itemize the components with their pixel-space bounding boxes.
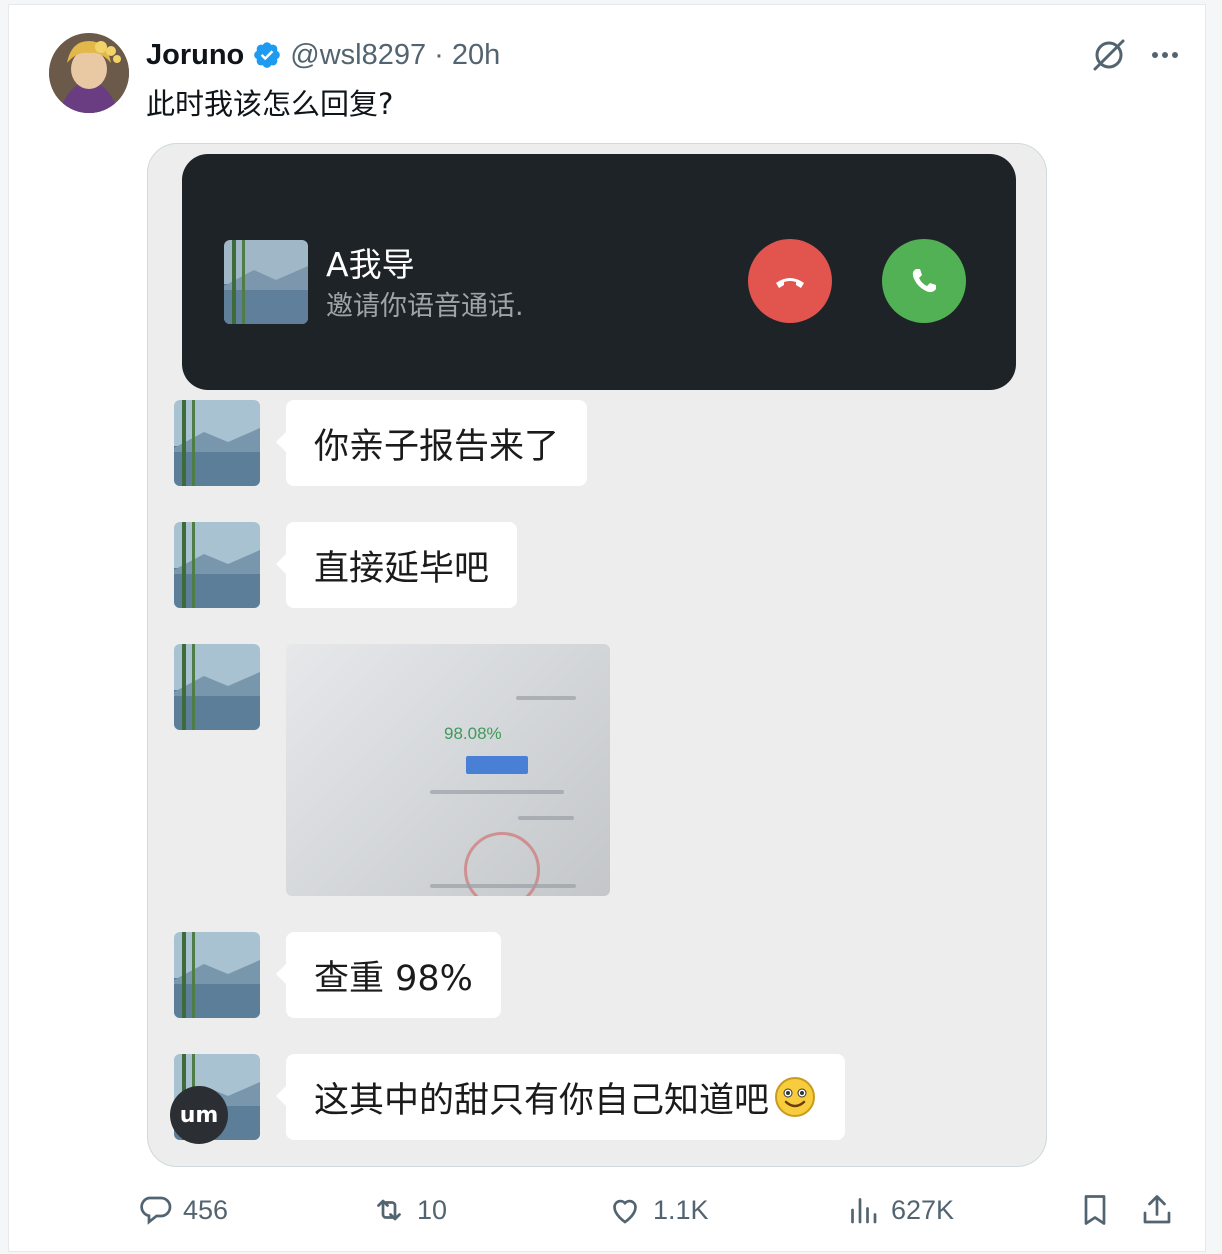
accept-call-button xyxy=(882,239,966,323)
reply-count: 456 xyxy=(183,1194,229,1225)
bookmark-icon xyxy=(1084,1195,1106,1225)
reply-icon xyxy=(140,1196,172,1225)
sender-avatar xyxy=(174,644,260,730)
blurred-button xyxy=(466,756,528,774)
bookmark-button[interactable] xyxy=(1077,1185,1113,1235)
chat-bubble: 这其中的甜只有你自己知道吧 xyxy=(275,1054,846,1140)
blurred-text-line xyxy=(430,884,576,888)
tweet-text: 此时我该怎么回复? xyxy=(146,87,394,121)
author-avatar[interactable] xyxy=(49,33,129,113)
call-subtitle: 邀请你语音通话. xyxy=(326,291,524,322)
grok-icon[interactable] xyxy=(1089,35,1129,75)
like-count: 1.1K xyxy=(653,1194,709,1225)
author-handle-time[interactable]: @wsl8297 · 20h xyxy=(290,39,500,72)
like-icon xyxy=(613,1199,637,1224)
tweet-actions: 456 10 1.1K 627K xyxy=(9,1185,1207,1235)
caller-name: A我导 xyxy=(326,245,415,284)
blurred-text-line xyxy=(518,816,574,820)
chat-bubble: 直接延毕吧 xyxy=(275,522,518,608)
author-name[interactable]: Joruno xyxy=(146,39,244,72)
blurred-text-line xyxy=(516,696,576,700)
watermark-badge: um xyxy=(170,1086,228,1144)
chat-photo: 98.08% xyxy=(286,644,610,896)
share-button[interactable] xyxy=(1139,1185,1175,1235)
hang-up-icon xyxy=(776,278,804,288)
tweet-media-image[interactable]: A我导 邀请你语音通话. 你亲子报告来了 直接延毕吧 98.08% 查重 98%… xyxy=(147,143,1047,1167)
tweet-card[interactable]: Joruno @wsl8297 · 20h 此时我该怎么回复? A我导 邀请你语… xyxy=(8,4,1206,1252)
sender-avatar xyxy=(174,400,260,486)
blurred-text-line xyxy=(430,790,564,794)
caller-avatar xyxy=(224,240,308,324)
verified-badge-icon xyxy=(252,40,282,70)
similarity-percentage: 98.08% xyxy=(444,724,502,743)
views-icon xyxy=(851,1198,877,1224)
voice-call-banner: A我导 邀请你语音通话. xyxy=(182,154,1016,390)
smile-emoji-icon xyxy=(773,1075,817,1119)
more-options-icon[interactable] xyxy=(1145,35,1185,75)
sender-avatar xyxy=(174,932,260,1018)
chat-bubble: 查重 98% xyxy=(276,932,501,1018)
reply-button[interactable]: 456 xyxy=(137,1185,228,1235)
views-button[interactable]: 627K xyxy=(845,1185,954,1235)
chat-bubble: 你亲子报告来了 xyxy=(275,400,588,486)
like-button[interactable]: 1.1K xyxy=(607,1185,709,1235)
tweet-header: Joruno @wsl8297 · 20h xyxy=(146,35,500,75)
sender-avatar xyxy=(174,522,260,608)
phone-icon xyxy=(912,269,936,293)
retweet-button[interactable]: 10 xyxy=(371,1185,447,1235)
share-icon xyxy=(1143,1195,1171,1224)
retweet-count: 10 xyxy=(417,1194,448,1225)
views-count: 627K xyxy=(891,1194,955,1225)
chat-bubble-text: 这其中的甜只有你自己知道吧 xyxy=(314,1080,770,1121)
retweet-icon xyxy=(377,1199,401,1221)
decline-call-button xyxy=(748,239,832,323)
